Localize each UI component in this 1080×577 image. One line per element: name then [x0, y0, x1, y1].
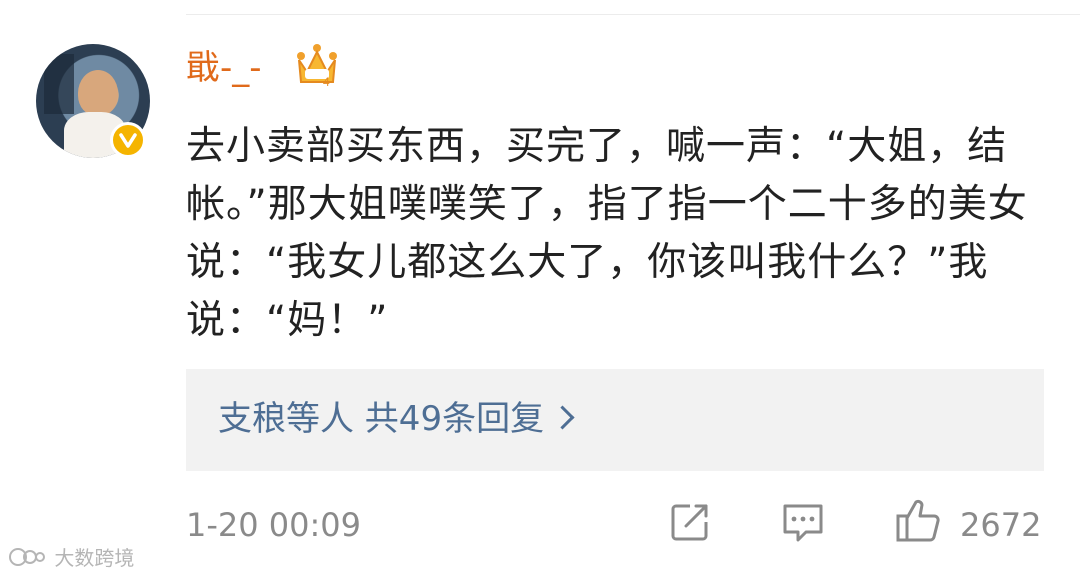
timestamp: 1-20 00:09 — [186, 506, 362, 544]
verified-badge-icon — [110, 122, 146, 158]
watermark-logo-icon — [9, 547, 45, 566]
comment-icon[interactable] — [780, 500, 826, 544]
replies-label: 支稂等人 共49条回复 — [218, 399, 545, 439]
comment-text: 去小卖部买东西，买完了，喊一声：“大姐，结帐。”那大姐噗噗笑了，指了指一个二十多… — [186, 124, 1028, 343]
svg-text:4: 4 — [323, 75, 330, 88]
chevron-right-icon — [550, 405, 575, 430]
top-divider — [186, 14, 1080, 15]
thumbs-up-icon[interactable] — [894, 496, 942, 544]
like-count: 2672 — [960, 506, 1042, 544]
watermark-text: 大数跨境 — [54, 546, 135, 570]
replies-link[interactable]: 支稂等人 共49条回复 — [218, 396, 575, 442]
username[interactable]: 戢-_- — [186, 46, 262, 90]
watermark: 大数跨境 — [8, 542, 134, 574]
repost-icon[interactable] — [668, 500, 712, 544]
crown-badge-icon: 4 — [297, 44, 337, 88]
